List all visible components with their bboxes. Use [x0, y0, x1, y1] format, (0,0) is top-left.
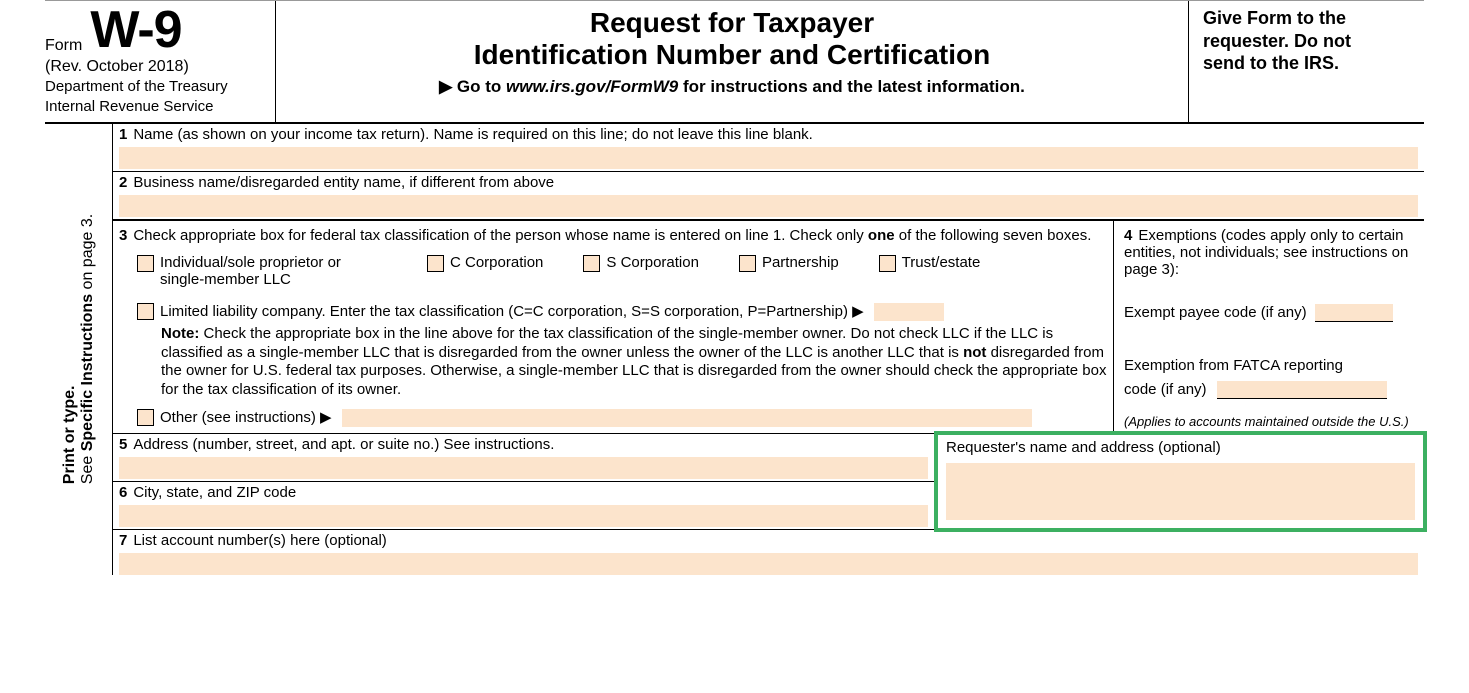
- sidebar-print: Print or type.: [61, 386, 78, 485]
- row-6: 6 City, state, and ZIP code: [113, 481, 934, 527]
- note-bold2: not: [963, 344, 986, 361]
- main-form: 1 Name (as shown on your income tax retur…: [113, 124, 1424, 575]
- row3-num: 3: [119, 227, 127, 244]
- requester-highlight: Requester's name and address (optional): [934, 431, 1427, 532]
- row-1: 1 Name (as shown on your income tax retur…: [113, 124, 1424, 169]
- col-4: 4Exemptions (codes apply only to certain…: [1114, 221, 1424, 433]
- checkbox-llc[interactable]: [137, 303, 154, 320]
- address-input[interactable]: [119, 457, 928, 479]
- opt-trust: Trust/estate: [902, 254, 981, 271]
- opt-ccorp: C Corporation: [450, 254, 543, 271]
- row2-label: Business name/disregarded entity name, i…: [133, 174, 554, 191]
- row-3-4: 3 Check appropriate box for federal tax c…: [113, 219, 1424, 433]
- form-word: Form: [45, 38, 82, 54]
- form-code: W-9: [90, 7, 181, 54]
- applies-note: (Applies to accounts maintained outside …: [1124, 414, 1409, 429]
- exempt-payee-input[interactable]: [1315, 304, 1393, 322]
- row2-num: 2: [119, 174, 127, 191]
- department-line1: Department of the Treasury: [45, 78, 275, 96]
- opt-llc: Limited liability company. Enter the tax…: [160, 303, 864, 320]
- fatca-code-input[interactable]: [1217, 381, 1387, 399]
- other-input[interactable]: [342, 409, 1032, 427]
- llc-note: Note: Check the appropriate box in the l…: [161, 325, 1107, 400]
- row5-num: 5: [119, 436, 127, 453]
- form-title-2: Identification Number and Certification: [286, 39, 1178, 71]
- note-a: Check the appropriate box in the line ab…: [161, 325, 1053, 361]
- requester-input[interactable]: [946, 463, 1415, 520]
- row7-label: List account number(s) here (optional): [133, 532, 386, 549]
- row1-label: Name (as shown on your income tax return…: [133, 126, 813, 143]
- sidebar-specific: Specific Instructions: [79, 294, 96, 451]
- form-header: Form W-9 (Rev. October 2018) Department …: [45, 1, 1424, 124]
- give-line1: Give Form to the: [1203, 7, 1424, 30]
- revision-date: (Rev. October 2018): [45, 58, 275, 76]
- checkbox-ccorp[interactable]: [427, 255, 444, 272]
- goto-url: www.irs.gov/FormW9: [506, 77, 678, 96]
- header-right: Give Form to the requester. Do not send …: [1189, 1, 1424, 122]
- checkbox-partnership[interactable]: [739, 255, 756, 272]
- row1-num: 1: [119, 126, 127, 143]
- opt-individual-b: single-member LLC: [160, 271, 291, 288]
- col-3: 3 Check appropriate box for federal tax c…: [113, 221, 1114, 433]
- goto-prefix: ▶ Go to: [439, 77, 506, 96]
- name-input[interactable]: [119, 147, 1418, 169]
- fatca-label-b: code (if any): [1124, 381, 1207, 398]
- fatca-label-a: Exemption from FATCA reporting: [1124, 357, 1343, 374]
- llc-class-input[interactable]: [874, 303, 944, 321]
- row3-intro-a: Check appropriate box for federal tax cl…: [133, 227, 868, 244]
- give-line2: requester. Do not: [1203, 30, 1424, 53]
- opt-partnership: Partnership: [762, 254, 839, 271]
- goto-line: ▶ Go to www.irs.gov/FormW9 for instructi…: [286, 77, 1178, 97]
- checkbox-trust[interactable]: [879, 255, 896, 272]
- opt-scorp: S Corporation: [606, 254, 699, 271]
- opt-individual-a: Individual/sole proprietor or: [160, 254, 341, 271]
- city-state-zip-input[interactable]: [119, 505, 928, 527]
- department-line2: Internal Revenue Service: [45, 98, 275, 116]
- opt-other: Other (see instructions) ▶: [160, 409, 332, 426]
- row7-num: 7: [119, 532, 127, 549]
- account-numbers-input[interactable]: [119, 553, 1418, 575]
- goto-suffix: for instructions and the latest informat…: [678, 77, 1025, 96]
- row6-num: 6: [119, 484, 127, 501]
- header-center: Request for Taxpayer Identification Numb…: [275, 1, 1189, 122]
- sidebar-instructions: Print or type. See Specific Instructions…: [45, 124, 113, 575]
- row-7: 7 List account number(s) here (optional): [113, 529, 1424, 575]
- checkbox-scorp[interactable]: [583, 255, 600, 272]
- checkbox-individual[interactable]: [137, 255, 154, 272]
- row-2: 2 Business name/disregarded entity name, …: [113, 171, 1424, 217]
- business-name-input[interactable]: [119, 195, 1418, 217]
- row-5: 5 Address (number, street, and apt. or su…: [113, 434, 934, 479]
- row4-intro: Exemptions (codes apply only to certain …: [1124, 227, 1408, 278]
- row-5-6-requester: 5 Address (number, street, and apt. or su…: [113, 433, 1424, 529]
- row3-intro-bold: one: [868, 227, 895, 244]
- requester-label: Requester's name and address (optional): [946, 439, 1221, 456]
- row4-num: 4: [1124, 227, 1132, 244]
- sidebar-page3: on page 3.: [79, 214, 96, 294]
- give-line3: send to the IRS.: [1203, 52, 1424, 75]
- row3-intro-b: of the following seven boxes.: [895, 227, 1092, 244]
- row5-label: Address (number, street, and apt. or sui…: [133, 436, 554, 453]
- sidebar-see: See: [79, 452, 96, 485]
- row6-label: City, state, and ZIP code: [133, 484, 296, 501]
- exempt-payee-label: Exempt payee code (if any): [1124, 304, 1307, 321]
- requester-column: Requester's name and address (optional): [934, 434, 1424, 529]
- checkbox-other[interactable]: [137, 409, 154, 426]
- form-title-1: Request for Taxpayer: [286, 7, 1178, 39]
- note-bold: Note:: [161, 325, 199, 342]
- header-left: Form W-9 (Rev. October 2018) Department …: [45, 1, 275, 122]
